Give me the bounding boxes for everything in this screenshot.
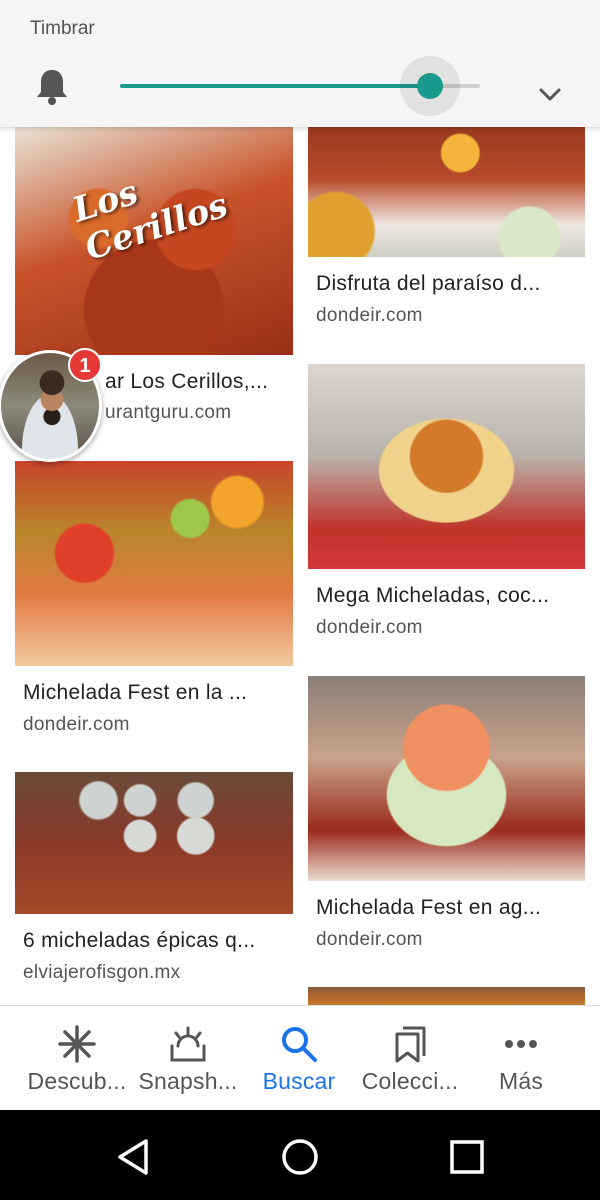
more-icon — [505, 1040, 537, 1048]
result-image[interactable] — [15, 772, 293, 914]
nav-label: Más — [498, 1068, 544, 1094]
nav-item-discover[interactable]: Descub... — [17, 1006, 137, 1111]
snapshot-icon — [170, 1026, 206, 1062]
collections-icon — [395, 1026, 426, 1063]
bottom-navigation: Descub... Snapsh... Buscar Colecci... Má… — [0, 1005, 600, 1110]
result-card[interactable]: Disfruta del paraíso d... dondeir.com — [308, 127, 585, 337]
result-domain: dondeir.com — [316, 305, 423, 326]
result-image[interactable] — [15, 461, 293, 666]
nav-item-snapshot[interactable]: Snapsh... — [128, 1006, 248, 1111]
chat-head-bubble[interactable]: 1 — [0, 348, 104, 464]
result-card[interactable]: Mega Micheladas, coc... dondeir.com — [308, 364, 585, 654]
search-icon — [282, 1027, 317, 1062]
result-card[interactable]: Michelada Fest en ag... dondeir.com — [308, 676, 585, 966]
volume-panel: Timbrar — [0, 0, 600, 127]
result-card[interactable] — [308, 987, 585, 1005]
notification-badge: 1 — [68, 348, 102, 382]
volume-slider[interactable] — [120, 56, 480, 116]
chevron-down-icon[interactable] — [536, 84, 564, 106]
asterisk-icon — [58, 1025, 96, 1063]
result-domain: dondeir.com — [316, 929, 423, 950]
volume-slider-thumb[interactable] — [416, 73, 443, 99]
result-image[interactable] — [308, 364, 585, 569]
result-title: Michelada Fest en ag... — [316, 896, 542, 919]
system-navigation-bar — [0, 1110, 600, 1200]
result-domain: urantguru.com — [105, 402, 232, 423]
result-title: Mega Micheladas, coc... — [316, 584, 550, 607]
nav-label: Snapsh... — [138, 1068, 238, 1094]
result-image[interactable] — [308, 676, 585, 881]
nav-label: Colecci... — [361, 1068, 459, 1094]
result-image[interactable] — [308, 987, 585, 1005]
result-image[interactable]: Los Cerillos — [15, 127, 293, 355]
recents-icon[interactable] — [447, 1137, 487, 1177]
volume-label: Timbrar — [30, 18, 95, 39]
volume-slider-fill — [120, 84, 430, 88]
nav-item-more[interactable]: Más — [461, 1006, 581, 1111]
results-grid: Los Cerillos ar Los Cerillos,... urantgu… — [0, 127, 600, 1005]
nav-item-collections[interactable]: Colecci... — [350, 1006, 470, 1111]
result-title: 6 micheladas épicas q... — [23, 929, 256, 952]
result-title: Disfruta del paraíso d... — [316, 272, 541, 295]
result-domain: elviajerofisgon.mx — [23, 962, 181, 983]
back-icon[interactable] — [114, 1137, 154, 1177]
nav-label: Buscar — [262, 1068, 336, 1094]
result-card[interactable]: 6 micheladas épicas q... elviajerofisgon… — [15, 772, 293, 1005]
image-overlay-text: Los Cerillos — [67, 172, 233, 269]
result-title: ar Los Cerillos,... — [105, 370, 269, 393]
home-icon[interactable] — [280, 1137, 320, 1177]
result-domain: dondeir.com — [23, 714, 130, 735]
bell-icon[interactable] — [34, 66, 70, 106]
nav-item-search[interactable]: Buscar — [239, 1006, 359, 1111]
result-image[interactable] — [308, 127, 585, 257]
result-domain: dondeir.com — [316, 617, 423, 638]
nav-label: Descub... — [27, 1068, 127, 1094]
result-card[interactable]: Michelada Fest en la ... dondeir.com — [15, 461, 293, 751]
result-title: Michelada Fest en la ... — [23, 681, 248, 704]
